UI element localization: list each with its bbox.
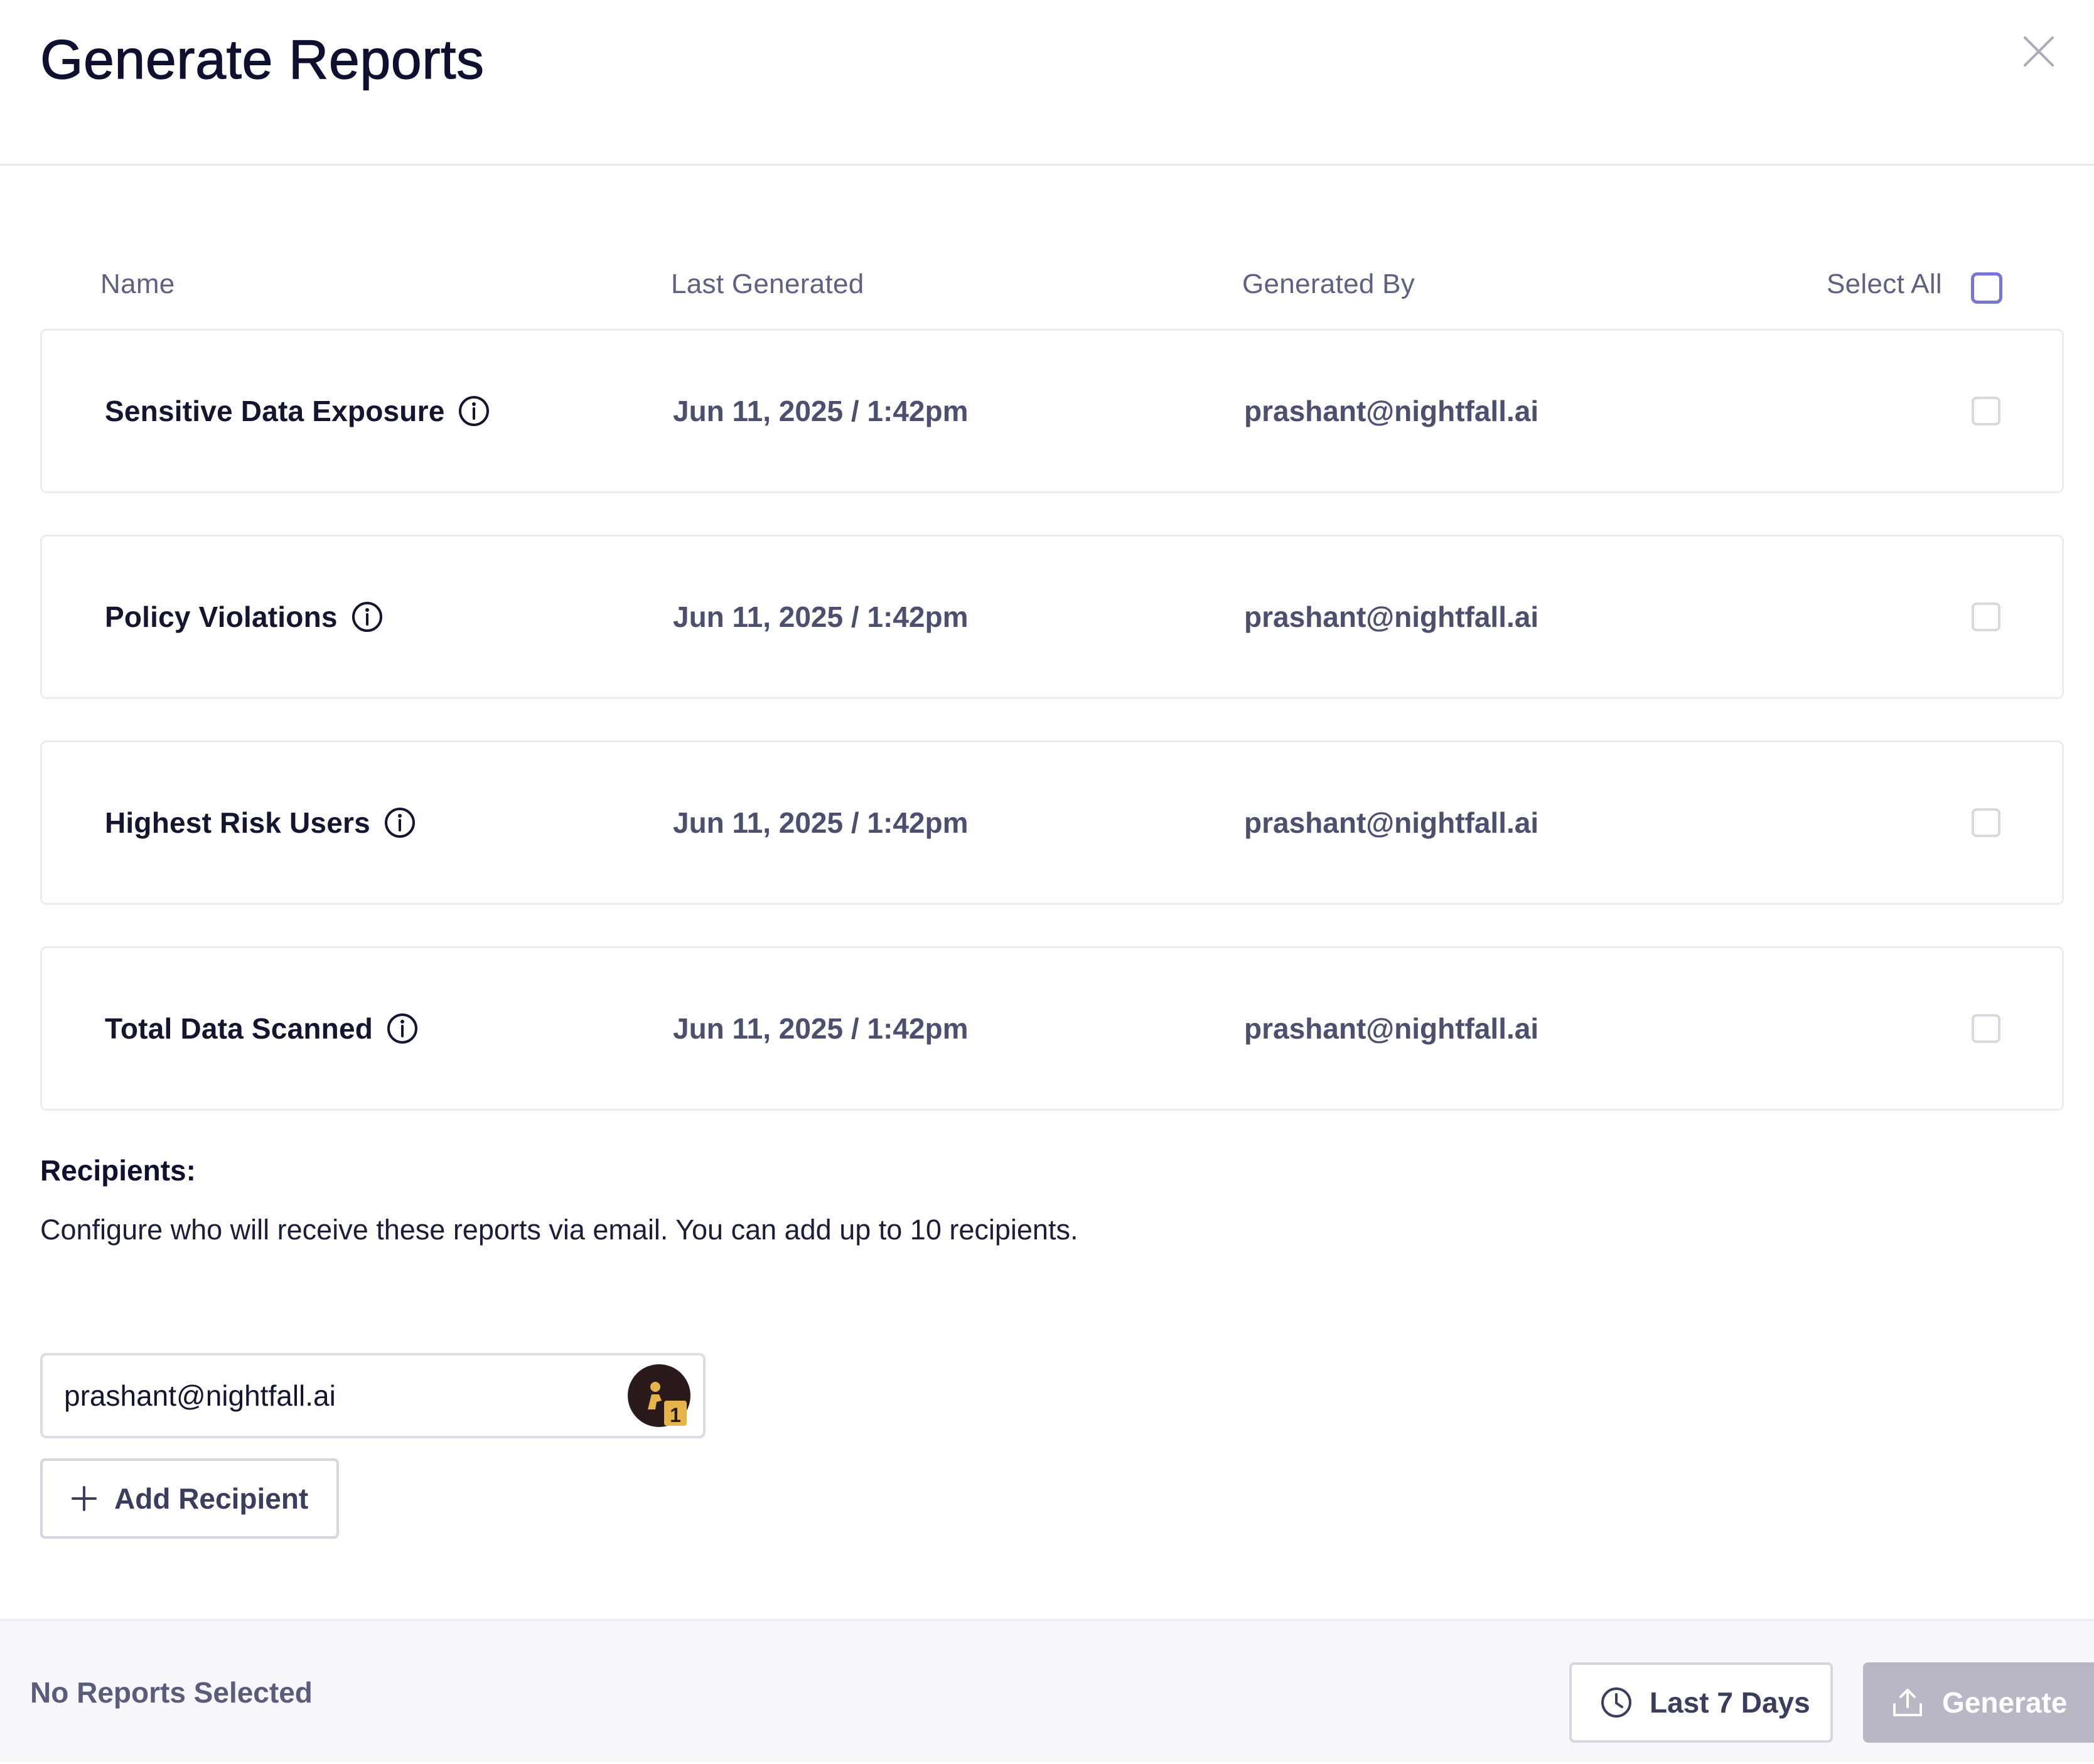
column-header-generated-by: Generated By — [1242, 269, 1415, 299]
last-generated-value: Jun 11, 2025 / 1:42pm — [673, 601, 969, 633]
row-checkbox[interactable] — [1972, 397, 2000, 425]
date-range-label: Last 7 Days — [1650, 1686, 1810, 1719]
modal-title: Generate Reports — [40, 28, 485, 90]
selection-status: No Reports Selected — [30, 1676, 313, 1709]
generate-button[interactable]: Generate — [1863, 1662, 2094, 1743]
info-icon[interactable] — [383, 806, 417, 840]
add-recipient-button[interactable]: Add Recipient — [40, 1458, 339, 1539]
report-name: Total Data Scanned — [105, 948, 419, 1109]
last-generated-value: Jun 11, 2025 / 1:42pm — [673, 395, 969, 427]
select-all-checkbox[interactable] — [1971, 272, 2002, 304]
report-name: Policy Violations — [105, 537, 384, 697]
recipients-heading: Recipients: — [40, 1154, 196, 1187]
column-header-last-generated: Last Generated — [671, 269, 864, 299]
report-name-text: Policy Violations — [105, 601, 338, 633]
report-name-text: Sensitive Data Exposure — [105, 395, 445, 427]
modal-footer: No Reports Selected Last 7 Days Generate — [0, 1619, 2094, 1762]
report-name: Highest Risk Users — [105, 742, 417, 903]
report-row-sensitive-data-exposure[interactable]: Sensitive Data Exposure Jun 11, 2025 / 1… — [40, 329, 2064, 493]
info-icon[interactable] — [385, 1012, 419, 1045]
generate-reports-modal: Generate Reports Name Last Generated Gen… — [0, 0, 2094, 1762]
column-header-name: Name — [100, 269, 175, 299]
generated-by-value: prashant@nightfall.ai — [1244, 806, 1539, 839]
info-icon[interactable] — [457, 394, 491, 428]
row-checkbox[interactable] — [1972, 1014, 2000, 1043]
row-checkbox[interactable] — [1972, 808, 2000, 837]
report-name-text: Total Data Scanned — [105, 1012, 373, 1045]
report-row-policy-violations[interactable]: Policy Violations Jun 11, 2025 / 1:42pm … — [40, 535, 2064, 699]
generated-by-value: prashant@nightfall.ai — [1244, 601, 1539, 633]
modal-header: Generate Reports — [0, 0, 2094, 166]
close-icon[interactable] — [2020, 33, 2058, 70]
date-range-button[interactable]: Last 7 Days — [1569, 1662, 1833, 1743]
recipients-description: Configure who will receive these reports… — [40, 1214, 1078, 1246]
upload-icon — [1893, 1689, 1922, 1716]
recipient-email-field[interactable]: prashant@nightfall.ai 1 — [40, 1353, 706, 1438]
select-all-label: Select All — [1827, 269, 1942, 299]
generated-by-value: prashant@nightfall.ai — [1244, 395, 1539, 427]
avatar-badge-text: 1 — [670, 1404, 681, 1426]
last-generated-value: Jun 11, 2025 / 1:42pm — [673, 806, 969, 839]
clock-icon — [1601, 1687, 1631, 1718]
report-name-text: Highest Risk Users — [105, 806, 370, 839]
last-generated-value: Jun 11, 2025 / 1:42pm — [673, 1012, 969, 1045]
recipient-email-value: prashant@nightfall.ai — [64, 1379, 336, 1412]
add-recipient-label: Add Recipient — [114, 1482, 309, 1515]
report-name: Sensitive Data Exposure — [105, 331, 491, 491]
plus-icon — [72, 1486, 97, 1511]
generate-label: Generate — [1942, 1686, 2068, 1719]
password-manager-icon[interactable]: 1 — [626, 1363, 692, 1428]
report-row-highest-risk-users[interactable]: Highest Risk Users Jun 11, 2025 / 1:42pm… — [40, 740, 2064, 905]
info-icon[interactable] — [350, 600, 384, 634]
generated-by-value: prashant@nightfall.ai — [1244, 1012, 1539, 1045]
report-row-total-data-scanned[interactable]: Total Data Scanned Jun 11, 2025 / 1:42pm… — [40, 946, 2064, 1111]
row-checkbox[interactable] — [1972, 602, 2000, 631]
